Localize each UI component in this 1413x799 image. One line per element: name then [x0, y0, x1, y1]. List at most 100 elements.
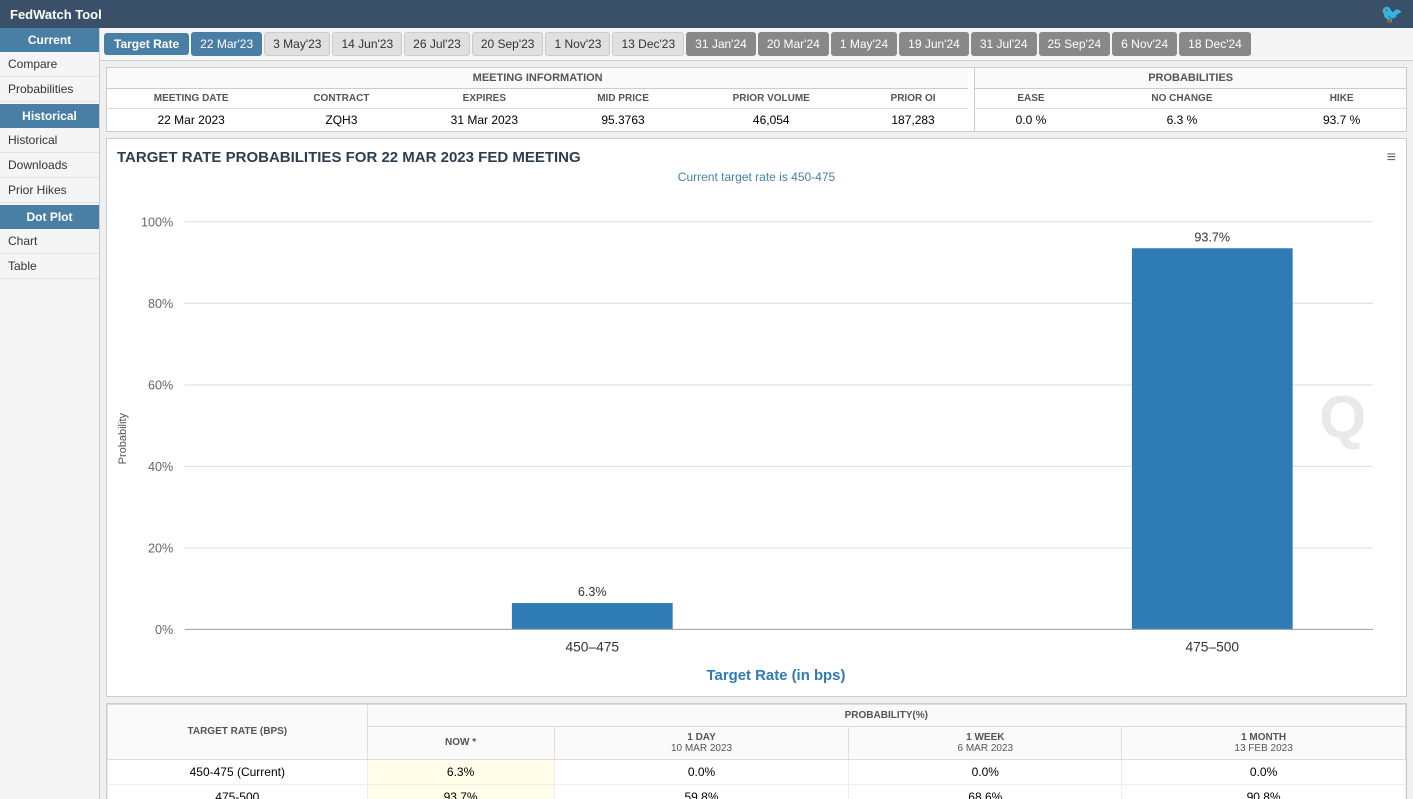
sidebar-item-chart[interactable]: Chart: [0, 229, 99, 254]
svg-text:93.7%: 93.7%: [1194, 230, 1230, 244]
col-hike: HIKE: [1277, 89, 1406, 109]
rate-label-0: 450-475 (Current): [108, 759, 368, 784]
sidebar-current-header[interactable]: Current: [0, 28, 99, 52]
col-prior-oi: PRIOR OI: [858, 89, 969, 109]
col-meeting-date: MEETING DATE: [107, 89, 275, 109]
now-label: NOW *: [445, 737, 476, 748]
date-tab-20-Mar-24[interactable]: 20 Mar'24: [758, 32, 829, 56]
sidebar-item-historical[interactable]: Historical: [0, 128, 99, 153]
date-tab-20-Sep-23[interactable]: 20 Sep'23: [472, 32, 544, 56]
date-tab-31-Jan-24[interactable]: 31 Jan'24: [686, 32, 756, 56]
sidebar-historical-header[interactable]: Historical: [0, 104, 99, 128]
bottom-table: TARGET RATE (BPS) PROBABILITY(%) NOW * 1…: [107, 704, 1406, 799]
svg-text:100%: 100%: [141, 215, 173, 229]
date-tab-13-Dec-23[interactable]: 13 Dec'23: [612, 32, 684, 56]
chart-subtitle: Current target rate is 450-475: [117, 170, 1396, 184]
sidebar-item-table[interactable]: Table: [0, 254, 99, 279]
twitter-icon[interactable]: 🐦: [1381, 4, 1403, 25]
topbar: FedWatch Tool 🐦: [0, 0, 1413, 28]
1month-label: 1 MONTH: [1241, 732, 1286, 743]
now-value-0: 6.3%: [367, 759, 554, 784]
col-mid-price: MID PRICE: [561, 89, 684, 109]
month1-value-0: 0.0%: [1122, 759, 1406, 784]
meeting-info-row: 22 Mar 2023 ZQH3 31 Mar 2023 95.3763 46,…: [107, 109, 968, 132]
contract-value: ZQH3: [275, 109, 407, 132]
date-tab-25-Sep-24[interactable]: 25 Sep'24: [1039, 32, 1111, 56]
col-1month-header: 1 MONTH 13 FEB 2023: [1122, 726, 1406, 759]
probabilities-header: PROBABILITIES: [975, 68, 1406, 89]
svg-text:20%: 20%: [148, 542, 173, 556]
app-title: FedWatch Tool: [10, 7, 102, 22]
ease-value: 0.0 %: [975, 109, 1086, 132]
bottom-table-panel: TARGET RATE (BPS) PROBABILITY(%) NOW * 1…: [106, 703, 1407, 799]
bottom-table-body: 450-475 (Current) 6.3% 0.0% 0.0% 0.0% 47…: [108, 759, 1406, 799]
sidebar-dotplot-header[interactable]: Dot Plot: [0, 205, 99, 229]
rate-label-1: 475-500: [108, 784, 368, 799]
meeting-info-table: MEETING DATE CONTRACT EXPIRES MID PRICE …: [107, 89, 968, 131]
col-expires: EXPIRES: [407, 89, 561, 109]
bar-475-500: [1132, 248, 1293, 629]
meeting-info-header: MEETING INFORMATION: [107, 68, 968, 89]
expires-value: 31 Mar 2023: [407, 109, 561, 132]
prob-table: EASE NO CHANGE HIKE 0.0 % 6.3 % 93.7 %: [975, 89, 1406, 131]
date-tab-31-Jul-24[interactable]: 31 Jul'24: [971, 32, 1037, 56]
y-axis-label: Probability: [117, 413, 129, 464]
svg-text:450–475: 450–475: [565, 639, 619, 654]
date-tab-22-Mar-23[interactable]: 22 Mar'23: [191, 32, 262, 56]
meeting-date-value: 22 Mar 2023: [107, 109, 275, 132]
day1-value-0: 0.0%: [554, 759, 849, 784]
target-rate-tab[interactable]: Target Rate: [104, 33, 189, 55]
prior-volume-value: 46,054: [685, 109, 858, 132]
date-tab-19-Jun-24[interactable]: 19 Jun'24: [899, 32, 969, 56]
date-tab-6-Nov-24[interactable]: 6 Nov'24: [1112, 32, 1177, 56]
sidebar-item-compare[interactable]: Compare: [0, 52, 99, 77]
now-value-1: 93.7%: [367, 784, 554, 799]
content-area: MEETING INFORMATION MEETING DATE CONTRAC…: [100, 61, 1413, 799]
sidebar-item-downloads[interactable]: Downloads: [0, 153, 99, 178]
chart-menu-icon[interactable]: ≡: [1387, 149, 1396, 167]
svg-text:Target Rate (in bps): Target Rate (in bps): [707, 667, 846, 684]
date-tab-18-Dec-24[interactable]: 18 Dec'24: [1179, 32, 1251, 56]
col-1day-header: 1 DAY 10 MAR 2023: [554, 726, 849, 759]
bar-chart-svg: 100% 80% 60% 40% 20% 0%: [133, 192, 1396, 686]
day1-value-1: 59.8%: [554, 784, 849, 799]
date-tab-3-May-23[interactable]: 3 May'23: [264, 32, 330, 56]
svg-text:80%: 80%: [148, 297, 173, 311]
chart-panel: TARGET RATE PROBABILITIES FOR 22 MAR 202…: [106, 138, 1407, 697]
week1-value-0: 0.0%: [849, 759, 1122, 784]
1month-date: 13 FEB 2023: [1234, 743, 1292, 754]
col-target-rate-header: TARGET RATE (BPS): [108, 704, 368, 759]
prob-values-row: 0.0 % 6.3 % 93.7 %: [975, 109, 1406, 132]
meeting-info: MEETING INFORMATION MEETING DATE CONTRAC…: [107, 68, 968, 131]
month1-value-1: 90.8%: [1122, 784, 1406, 799]
col-contract: CONTRACT: [275, 89, 407, 109]
chart-container: Probability 100% 80% 60% 40% 20% 0%: [117, 192, 1396, 686]
mid-price-value: 95.3763: [561, 109, 684, 132]
probability-group-header: PROBABILITY(%): [367, 704, 1405, 726]
1day-label: 1 DAY: [687, 732, 716, 743]
date-tab-14-Jun-23[interactable]: 14 Jun'23: [332, 32, 402, 56]
col-ease: EASE: [975, 89, 1086, 109]
date-tab-1-Nov-23[interactable]: 1 Nov'23: [545, 32, 610, 56]
bar-450-475: [512, 603, 673, 629]
hike-value: 93.7 %: [1277, 109, 1406, 132]
col-now-header: NOW *: [367, 726, 554, 759]
col-no-change: NO CHANGE: [1087, 89, 1278, 109]
sidebar-item-probabilities[interactable]: Probabilities: [0, 77, 99, 102]
1day-date: 10 MAR 2023: [671, 743, 732, 754]
svg-text:475–500: 475–500: [1185, 639, 1239, 654]
sidebar-item-prior-hikes[interactable]: Prior Hikes: [0, 178, 99, 203]
bottom-table-row-1: 475-500 93.7% 59.8% 68.6% 90.8%: [108, 784, 1406, 799]
svg-text:60%: 60%: [148, 378, 173, 392]
date-tabs: Target Rate 22 Mar'233 May'2314 Jun'2326…: [100, 28, 1413, 61]
date-tab-1-May-24[interactable]: 1 May'24: [831, 32, 897, 56]
date-tab-26-Jul-23[interactable]: 26 Jul'23: [404, 32, 470, 56]
prior-oi-value: 187,283: [858, 109, 969, 132]
probabilities-panel: PROBABILITIES EASE NO CHANGE HIKE 0.0 %: [974, 68, 1406, 131]
col-prior-volume: PRIOR VOLUME: [685, 89, 858, 109]
week1-value-1: 68.6%: [849, 784, 1122, 799]
chart-title: TARGET RATE PROBABILITIES FOR 22 MAR 202…: [117, 149, 1396, 166]
bottom-table-row-0: 450-475 (Current) 6.3% 0.0% 0.0% 0.0%: [108, 759, 1406, 784]
bottom-table-header-row1: TARGET RATE (BPS) PROBABILITY(%): [108, 704, 1406, 726]
svg-text:40%: 40%: [148, 460, 173, 474]
